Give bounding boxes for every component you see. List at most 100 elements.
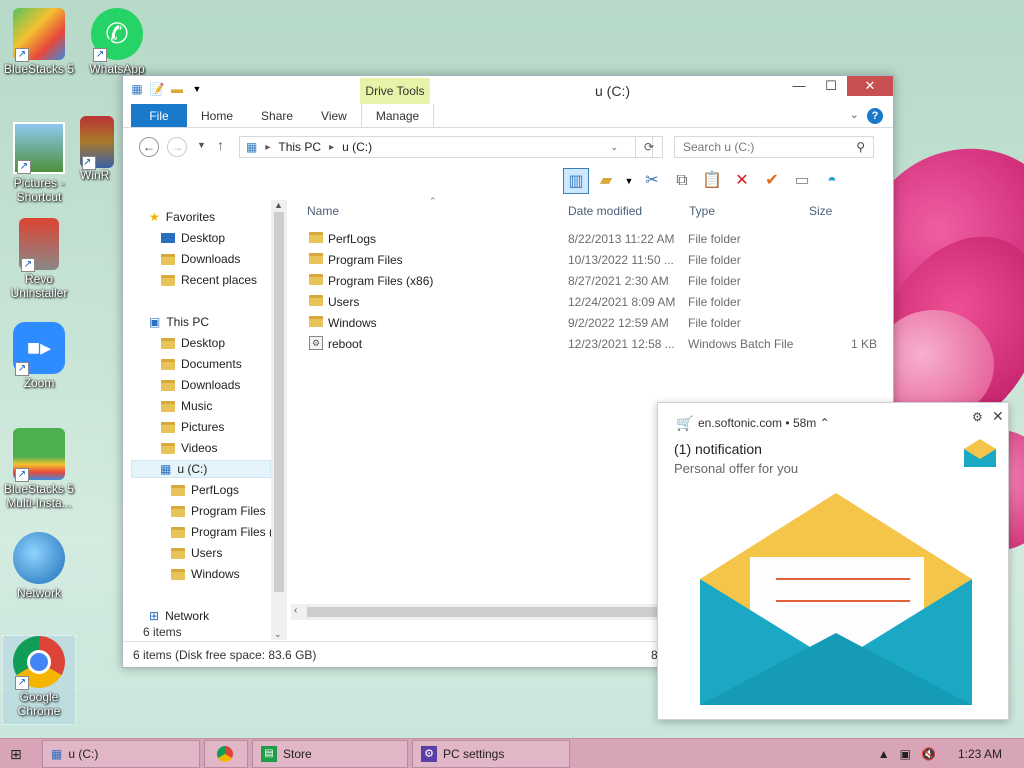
forward-button[interactable]: → <box>167 137 187 157</box>
notification-popup[interactable]: 🛒 en.softonic.com • 58m ⌃ ⚙ ✕ (1) notifi… <box>657 402 1009 720</box>
nav-label: Favorites <box>165 210 216 224</box>
close-button[interactable]: ✕ <box>847 76 893 96</box>
chevron-down-icon[interactable]: ▼ <box>189 81 205 97</box>
nav-scrollbar[interactable]: ▲ ⌄ <box>271 200 287 640</box>
nav-pc-desktop[interactable]: Desktop <box>161 334 225 352</box>
desktop-icon-zoom[interactable]: ■▸ ↗ Zoom <box>2 322 76 390</box>
taskbar-file-explorer[interactable]: ▦ u (C:) <box>42 740 200 768</box>
shell-icon[interactable]: ◓ <box>819 168 845 194</box>
nav-drive-windows[interactable]: Windows <box>171 565 240 583</box>
search-input[interactable]: Search u (C:) ⚲ <box>674 136 874 158</box>
desktop-icon-winrar[interactable]: ↗ WinR <box>80 116 120 182</box>
scroll-down-icon[interactable]: ⌄ <box>274 629 282 640</box>
taskbar-chrome[interactable] <box>204 740 248 768</box>
file-date: 9/2/2022 12:59 AM <box>568 316 669 330</box>
nav-drive-users[interactable]: Users <box>171 544 222 562</box>
folder-icon <box>171 484 185 496</box>
cut-icon[interactable]: ✂ <box>639 168 665 194</box>
up-arrow-icon[interactable]: ↑ <box>217 137 224 153</box>
file-row[interactable]: PerfLogs 8/22/2013 11:22 AM File folder <box>295 229 885 250</box>
tab-file[interactable]: File <box>131 104 187 127</box>
rename-icon[interactable]: ▭ <box>789 168 815 194</box>
network-status-icon[interactable]: ▣ <box>900 747 911 761</box>
properties-icon[interactable]: 📝 <box>149 81 165 97</box>
taskbar-pc-settings[interactable]: ⚙ PC settings <box>412 740 570 768</box>
nav-pc-pictures[interactable]: Pictures <box>161 418 224 436</box>
column-date-modified[interactable]: Date modified <box>568 204 642 218</box>
minimize-button[interactable]: — <box>783 76 815 96</box>
file-row[interactable]: ⚙ reboot 12/23/2021 12:58 ... Windows Ba… <box>295 334 885 355</box>
file-row[interactable]: Windows 9/2/2022 12:59 AM File folder <box>295 313 885 334</box>
file-row[interactable]: Users 12/24/2021 8:09 AM File folder <box>295 292 885 313</box>
nav-favorites[interactable]: ★ Favorites <box>149 208 215 226</box>
column-name[interactable]: Name <box>307 204 339 218</box>
address-bar[interactable]: ▦ ▸ This PC ▸ u (C:) ⌄ <box>239 136 653 158</box>
close-icon[interactable]: ✕ <box>992 408 1004 425</box>
desktop-icon-whatsapp[interactable]: ✆ ↗ WhatsApp <box>80 8 154 76</box>
start-button[interactable]: ⊞ <box>10 746 22 763</box>
desktop-icon-google-chrome[interactable]: ↗ Google Chrome <box>2 635 76 725</box>
desktop-icon-revo-uninstaller[interactable]: ↗ Revo Uninstaller <box>2 218 76 300</box>
nav-pc-videos[interactable]: Videos <box>161 439 217 457</box>
nav-drive-perflogs[interactable]: PerfLogs <box>171 481 239 499</box>
nav-pc-documents[interactable]: Documents <box>161 355 242 373</box>
nav-this-pc[interactable]: ▣ This PC <box>149 313 209 331</box>
folder-options-icon[interactable]: ▰ <box>593 168 619 194</box>
drive-icon: ▦ <box>160 462 172 476</box>
nav-label: Music <box>181 399 213 413</box>
drive-icon: ▦ <box>131 82 143 96</box>
preview-pane-icon[interactable]: ▥ <box>563 168 589 194</box>
delete-icon[interactable]: ✕ <box>729 168 755 194</box>
show-hidden-icons-icon[interactable]: ▲ <box>878 747 890 761</box>
refresh-button[interactable]: ⟳ <box>635 136 663 158</box>
breadcrumb-this-pc[interactable]: This PC <box>278 140 321 154</box>
tab-home[interactable]: Home <box>187 104 247 127</box>
scroll-thumb[interactable] <box>274 212 284 592</box>
maximize-button[interactable]: ☐ <box>815 76 847 96</box>
checkmark-icon[interactable]: ✔ <box>759 168 785 194</box>
tab-share[interactable]: Share <box>247 104 307 127</box>
envelope-large-icon <box>700 493 972 705</box>
file-row[interactable]: Program Files 10/13/2022 11:50 ... File … <box>295 250 885 271</box>
nav-fav-desktop[interactable]: Desktop <box>161 229 225 247</box>
desktop-icon-label: Google Chrome <box>17 690 61 718</box>
chevron-down-icon[interactable]: ▼ <box>623 168 635 194</box>
shortcut-arrow-icon: ↗ <box>15 468 29 482</box>
new-folder-icon[interactable]: ▬ <box>169 81 185 97</box>
recent-locations-icon[interactable]: ▼ <box>197 140 206 150</box>
breadcrumb-drive[interactable]: u (C:) <box>342 140 372 154</box>
nav-network[interactable]: ⊞ Network <box>149 607 209 625</box>
nav-drive-c[interactable]: ▦ u (C:) <box>131 460 271 478</box>
nav-pc-downloads[interactable]: Downloads <box>161 376 240 394</box>
chevron-up-icon[interactable]: ⌃ <box>820 416 830 430</box>
address-dropdown-icon[interactable]: ⌄ <box>610 142 618 153</box>
folder-icon <box>161 400 175 412</box>
desktop-icon-network[interactable]: Network <box>2 532 76 600</box>
nav-fav-recent-places[interactable]: Recent places <box>161 271 257 289</box>
taskbar-store[interactable]: ▤ Store <box>252 740 408 768</box>
desktop-icon-bluestacks[interactable]: ↗ BlueStacks 5 <box>2 8 76 76</box>
copy-icon[interactable]: ⧉ <box>669 168 695 194</box>
volume-muted-icon[interactable]: 🔇 <box>921 747 936 761</box>
nav-pc-music[interactable]: Music <box>161 397 212 415</box>
nav-drive-program-files[interactable]: Program Files <box>171 502 266 520</box>
help-icon[interactable]: ? <box>867 108 883 124</box>
back-button[interactable]: ← <box>139 137 159 157</box>
column-size[interactable]: Size <box>809 204 832 218</box>
nav-drive-program-files-x86[interactable]: Program Files ( <box>171 523 273 541</box>
clock[interactable]: 1:23 AM <box>958 747 1002 761</box>
desktop-icon <box>161 233 175 243</box>
nav-fav-downloads[interactable]: Downloads <box>161 250 240 268</box>
file-row[interactable]: Program Files (x86) 8/27/2021 2:30 AM Fi… <box>295 271 885 292</box>
column-type[interactable]: Type <box>689 204 715 218</box>
gear-icon[interactable]: ⚙ <box>972 410 983 424</box>
desktop-icon-label: WinR <box>80 168 110 182</box>
scroll-left-icon[interactable]: ‹ <box>294 605 297 616</box>
desktop-icon-pictures-shortcut[interactable]: ↗ Pictures - Shortcut <box>2 122 76 204</box>
scroll-up-icon[interactable]: ▲ <box>274 200 283 210</box>
tab-manage[interactable]: Manage <box>360 104 435 127</box>
expand-ribbon-icon[interactable]: ⌄ <box>850 108 859 121</box>
paste-icon[interactable]: 📋 <box>699 168 725 194</box>
tab-view[interactable]: View <box>307 104 361 127</box>
desktop-icon-bluestacks-multi[interactable]: ↗ BlueStacks 5 Multi-Insta... <box>2 428 76 510</box>
